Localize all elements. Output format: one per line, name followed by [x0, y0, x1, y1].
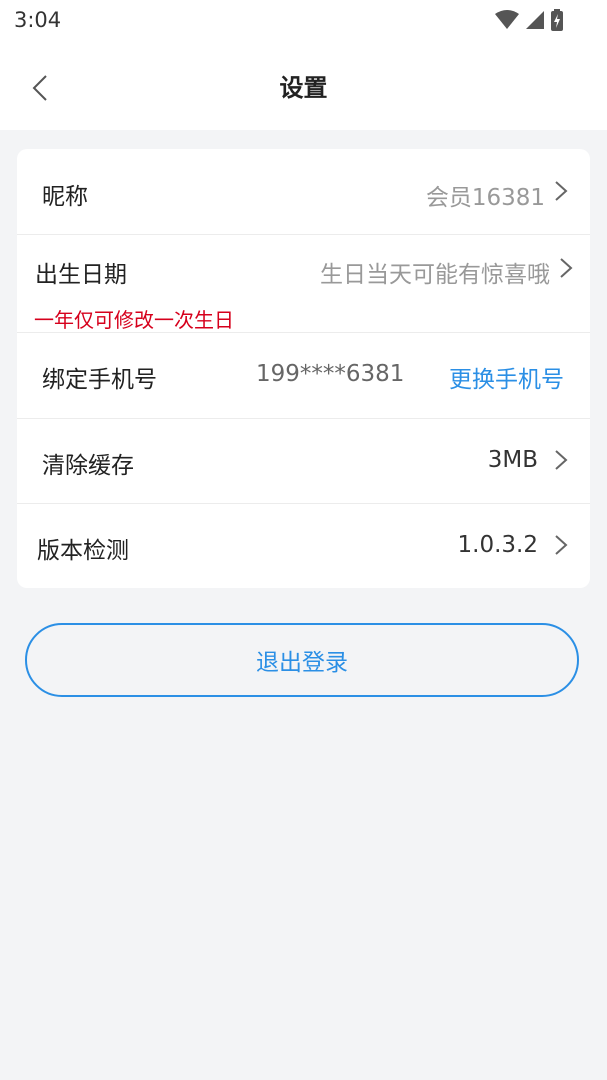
clear-cache-label: 清除缓存 — [42, 453, 134, 479]
nav-bar: 设置 — [0, 42, 607, 130]
birthday-value: 生日当天可能有惊喜哦 — [320, 262, 550, 288]
status-time: 3:04 — [14, 8, 62, 32]
nickname-row[interactable]: 昵称 会员16381 — [17, 149, 590, 235]
cache-size-value: 3MB — [487, 447, 538, 473]
chevron-right-icon — [555, 535, 568, 555]
chevron-right-icon — [555, 181, 568, 201]
status-bar: 3:04 — [0, 0, 607, 42]
version-check-label: 版本检测 — [37, 538, 129, 564]
birthday-hint: 一年仅可修改一次生日 — [34, 308, 234, 332]
birthday-label: 出生日期 — [35, 262, 127, 288]
logout-button[interactable]: 退出登录 — [25, 623, 579, 697]
nickname-value: 会员16381 — [425, 185, 545, 211]
wifi-icon — [495, 10, 519, 29]
settings-card: 昵称 会员16381 出生日期 生日当天可能有惊喜哦 一年仅可修改一次生日 绑定… — [17, 149, 590, 588]
battery-charging-icon — [551, 9, 563, 31]
phone-row: 绑定手机号 199****6381 更换手机号 — [17, 332, 590, 419]
chevron-right-icon — [560, 258, 573, 278]
change-phone-button[interactable]: 更换手机号 — [449, 360, 564, 394]
signal-icon — [526, 11, 544, 29]
phone-label: 绑定手机号 — [42, 367, 157, 393]
version-check-row[interactable]: 版本检测 1.0.3.2 — [17, 503, 590, 588]
birthday-row[interactable]: 出生日期 生日当天可能有惊喜哦 一年仅可修改一次生日 — [17, 234, 590, 333]
clear-cache-row[interactable]: 清除缓存 3MB — [17, 418, 590, 504]
page-title: 设置 — [279, 74, 328, 102]
version-value: 1.0.3.2 — [457, 532, 538, 558]
status-icons — [495, 9, 563, 31]
chevron-right-icon — [555, 450, 568, 470]
nickname-label: 昵称 — [42, 184, 88, 210]
phone-value: 199****6381 — [256, 361, 405, 387]
